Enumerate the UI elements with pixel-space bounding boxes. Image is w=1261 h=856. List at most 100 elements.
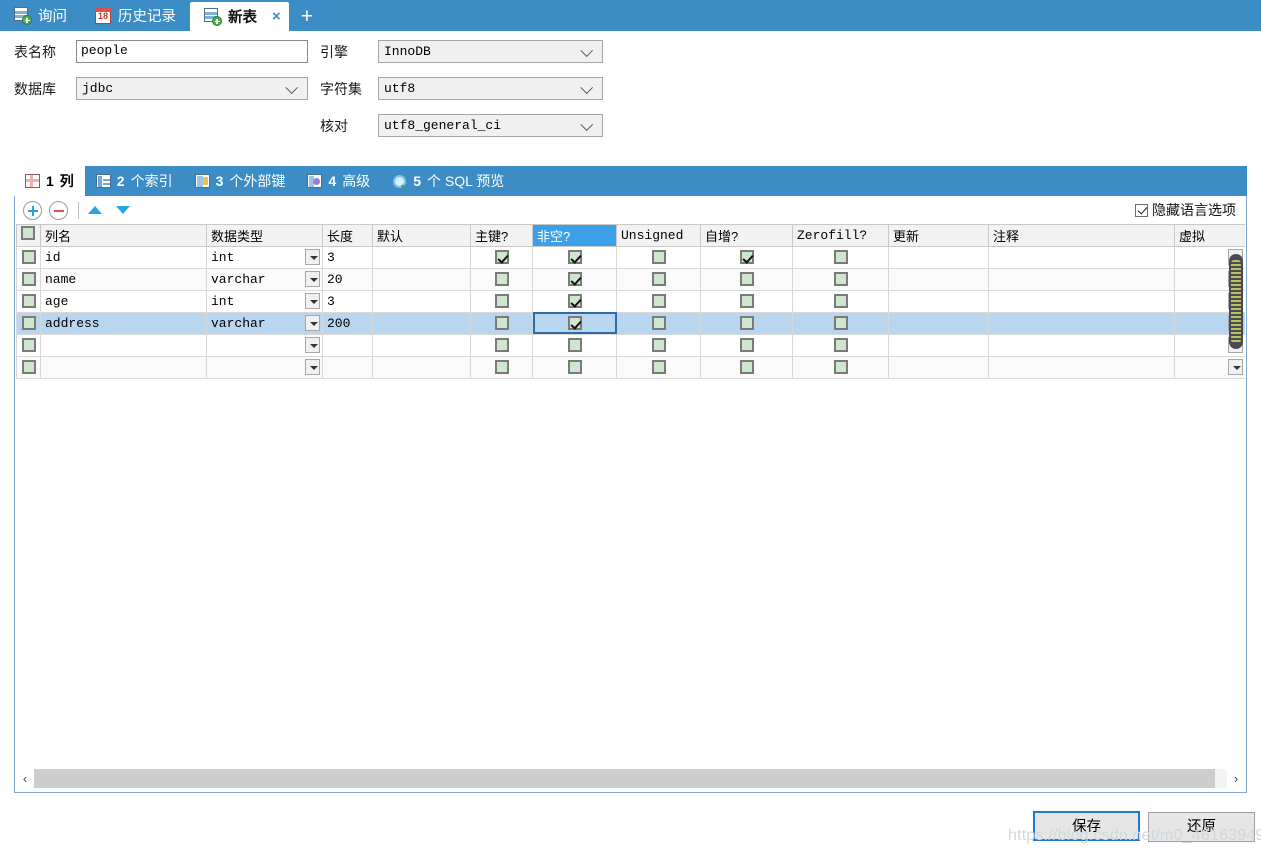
header-column-name[interactable]: 列名 (41, 225, 207, 246)
header-default[interactable]: 默认 (373, 225, 471, 246)
cell-zerofill[interactable] (793, 334, 889, 356)
table-row[interactable]: namevarchar20 (17, 268, 1246, 290)
cell-virtual[interactable] (1175, 356, 1246, 378)
columns-grid-scroll-area[interactable]: 列名 数据类型 长度 默认 主键? 非空? Unsigned 自增? Zerof… (16, 224, 1245, 764)
cell-update[interactable] (889, 290, 989, 312)
cell-comment[interactable] (989, 268, 1175, 290)
cell-auto-increment[interactable] (701, 268, 793, 290)
table-row[interactable]: ageint3 (17, 290, 1246, 312)
row-select-checkbox[interactable] (17, 312, 41, 334)
cell-not-null[interactable] (533, 246, 617, 268)
cell-default[interactable] (373, 246, 471, 268)
tab-advanced[interactable]: 4 高级 (296, 166, 381, 196)
cell-update[interactable] (889, 268, 989, 290)
cell-comment[interactable] (989, 334, 1175, 356)
row-select-checkbox[interactable] (17, 246, 41, 268)
tab-sql-preview[interactable]: 5 个 SQL 预览 (381, 166, 515, 196)
cell-zerofill[interactable] (793, 356, 889, 378)
cell-primary-key[interactable] (471, 312, 533, 334)
cell-default[interactable] (373, 334, 471, 356)
cell-default[interactable] (373, 290, 471, 312)
select-all-header[interactable] (17, 225, 41, 246)
table-row[interactable] (17, 334, 1246, 356)
table-row[interactable]: idint3 (17, 246, 1246, 268)
cell-length[interactable]: 3 (323, 290, 373, 312)
row-select-checkbox[interactable] (17, 268, 41, 290)
scroll-right-icon[interactable]: › (1227, 769, 1245, 789)
cell-unsigned[interactable] (617, 290, 701, 312)
cell-data-type[interactable] (207, 334, 323, 356)
cell-not-null[interactable] (533, 334, 617, 356)
cell-default[interactable] (373, 312, 471, 334)
chevron-down-icon[interactable] (305, 271, 320, 287)
table-row[interactable] (17, 356, 1246, 378)
cell-auto-increment[interactable] (701, 356, 793, 378)
cell-length[interactable] (323, 356, 373, 378)
header-unsigned[interactable]: Unsigned (617, 225, 701, 246)
tab-indexes[interactable]: 2 个索引 (85, 166, 184, 196)
cell-primary-key[interactable] (471, 246, 533, 268)
cell-primary-key[interactable] (471, 356, 533, 378)
chevron-down-icon[interactable] (1228, 359, 1243, 375)
cell-auto-increment[interactable] (701, 290, 793, 312)
header-virtual[interactable]: 虚拟 (1175, 225, 1246, 246)
new-tab-button[interactable]: + (289, 2, 325, 31)
cell-unsigned[interactable] (617, 268, 701, 290)
cell-data-type[interactable] (207, 356, 323, 378)
row-select-checkbox[interactable] (17, 290, 41, 312)
cell-not-null[interactable] (533, 290, 617, 312)
cell-comment[interactable] (989, 312, 1175, 334)
cell-comment[interactable] (989, 356, 1175, 378)
cell-unsigned[interactable] (617, 334, 701, 356)
database-select[interactable]: jdbc (76, 77, 308, 100)
header-data-type[interactable]: 数据类型 (207, 225, 323, 246)
cell-default[interactable] (373, 268, 471, 290)
remove-column-button[interactable] (49, 201, 68, 220)
header-comment[interactable]: 注释 (989, 225, 1175, 246)
cell-column-name[interactable]: address (41, 312, 207, 334)
cell-zerofill[interactable] (793, 312, 889, 334)
cell-comment[interactable] (989, 290, 1175, 312)
cell-auto-increment[interactable] (701, 246, 793, 268)
cell-length[interactable]: 3 (323, 246, 373, 268)
cell-column-name[interactable] (41, 334, 207, 356)
cell-data-type[interactable]: varchar (207, 312, 323, 334)
horizontal-scrollbar[interactable]: ‹ › (16, 765, 1245, 791)
app-tab-new-table[interactable]: 新表 × (190, 2, 289, 31)
tab-columns[interactable]: 1 列 (14, 166, 85, 196)
cell-comment[interactable] (989, 246, 1175, 268)
cell-data-type[interactable]: varchar (207, 268, 323, 290)
move-up-icon[interactable] (88, 206, 102, 214)
add-column-button[interactable] (23, 201, 42, 220)
header-zerofill[interactable]: Zerofill? (793, 225, 889, 246)
cell-length[interactable] (323, 334, 373, 356)
cell-update[interactable] (889, 312, 989, 334)
move-down-icon[interactable] (116, 206, 130, 214)
table-name-input[interactable]: people (76, 40, 308, 63)
cell-primary-key[interactable] (471, 268, 533, 290)
scroll-left-icon[interactable]: ‹ (16, 769, 34, 789)
tab-foreign-keys[interactable]: 3 个外部键 (184, 166, 297, 196)
header-auto-increment[interactable]: 自增? (701, 225, 793, 246)
cell-update[interactable] (889, 356, 989, 378)
hide-language-options-checkbox[interactable]: 隐藏语言选项 (1135, 200, 1236, 220)
cell-unsigned[interactable] (617, 312, 701, 334)
cell-not-null[interactable] (533, 268, 617, 290)
chevron-down-icon[interactable] (305, 293, 320, 309)
horizontal-scroll-thumb[interactable] (34, 769, 1215, 788)
vertical-scrollbar[interactable] (1229, 254, 1243, 349)
cell-update[interactable] (889, 334, 989, 356)
save-button[interactable]: 保存 (1033, 811, 1140, 841)
cell-data-type[interactable]: int (207, 246, 323, 268)
chevron-down-icon[interactable] (305, 315, 320, 331)
cell-column-name[interactable]: id (41, 246, 207, 268)
chevron-down-icon[interactable] (305, 359, 320, 375)
restore-button[interactable]: 还原 (1148, 812, 1255, 842)
row-select-checkbox[interactable] (17, 356, 41, 378)
horizontal-scroll-track[interactable] (34, 769, 1227, 788)
cell-column-name[interactable]: age (41, 290, 207, 312)
header-not-null[interactable]: 非空? (533, 225, 617, 246)
cell-column-name[interactable]: name (41, 268, 207, 290)
app-tab-query[interactable]: 询问 (0, 0, 81, 31)
chevron-down-icon[interactable] (305, 337, 320, 353)
